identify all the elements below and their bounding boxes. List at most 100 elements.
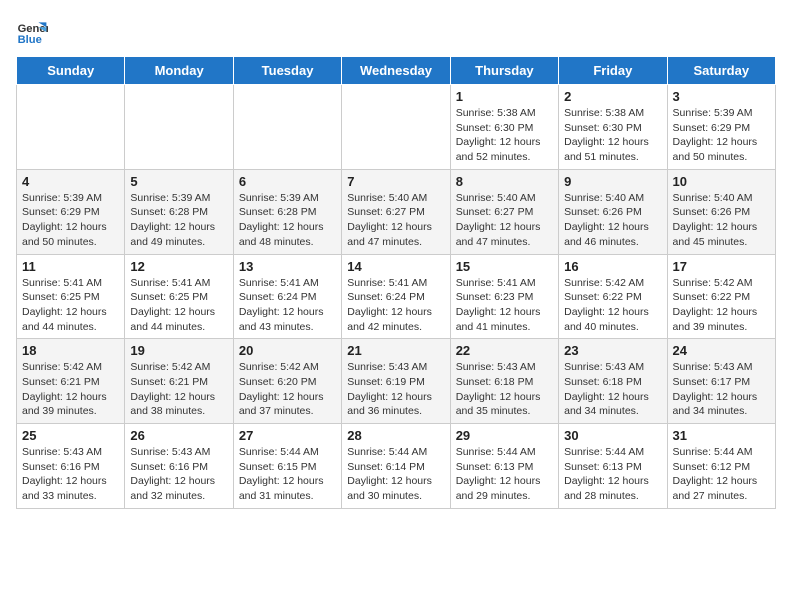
calendar-cell (17, 85, 125, 170)
day-info: Sunrise: 5:42 AM Sunset: 6:22 PM Dayligh… (673, 276, 770, 335)
day-of-week-sunday: Sunday (17, 57, 125, 85)
day-number: 14 (347, 259, 444, 274)
calendar-cell: 18 Sunrise: 5:42 AM Sunset: 6:21 PM Dayli… (17, 339, 125, 424)
calendar-cell: 12Sunrise: 5:41 AM Sunset: 6:25 PM Dayli… (125, 254, 233, 339)
day-of-week-monday: Monday (125, 57, 233, 85)
day-number: 27 (239, 428, 336, 443)
week-row-2: 4Sunrise: 5:39 AM Sunset: 6:29 PM Daylig… (17, 169, 776, 254)
day-number: 30 (564, 428, 661, 443)
day-info: Sunrise: 5:41 AM Sunset: 6:25 PM Dayligh… (130, 276, 227, 335)
day-number: 10 (673, 174, 770, 189)
calendar-cell: 25Sunrise: 5:43 AM Sunset: 6:16 PM Dayli… (17, 424, 125, 509)
day-number: 8 (456, 174, 553, 189)
days-of-week-row: SundayMondayTuesdayWednesdayThursdayFrid… (17, 57, 776, 85)
week-row-3: 11Sunrise: 5:41 AM Sunset: 6:25 PM Dayli… (17, 254, 776, 339)
day-info: Sunrise: 5:39 AM Sunset: 6:29 PM Dayligh… (673, 106, 770, 165)
day-info: Sunrise: 5:39 AM Sunset: 6:29 PM Dayligh… (22, 191, 119, 250)
day-info: Sunrise: 5:41 AM Sunset: 6:24 PM Dayligh… (239, 276, 336, 335)
calendar-cell: 13 Sunrise: 5:41 AM Sunset: 6:24 PM Dayli… (233, 254, 341, 339)
day-info: Sunrise: 5:44 AM Sunset: 6:13 PM Dayligh… (456, 445, 553, 504)
day-info: Sunrise: 5:43 AM Sunset: 6:19 PM Dayligh… (347, 360, 444, 419)
day-info: Sunrise: 5:39 AM Sunset: 6:28 PM Dayligh… (130, 191, 227, 250)
day-info: Sunrise: 5:38 AM Sunset: 6:30 PM Dayligh… (456, 106, 553, 165)
day-info: Sunrise: 5:38 AM Sunset: 6:30 PM Dayligh… (564, 106, 661, 165)
calendar-cell: 30Sunrise: 5:44 AM Sunset: 6:13 PM Dayli… (559, 424, 667, 509)
day-number: 3 (673, 89, 770, 104)
day-number: 13 (239, 259, 336, 274)
week-row-5: 25Sunrise: 5:43 AM Sunset: 6:16 PM Dayli… (17, 424, 776, 509)
calendar-cell: 15 Sunrise: 5:41 AM Sunset: 6:23 PM Dayli… (450, 254, 558, 339)
day-info: Sunrise: 5:44 AM Sunset: 6:12 PM Dayligh… (673, 445, 770, 504)
calendar-cell: 4Sunrise: 5:39 AM Sunset: 6:29 PM Daylig… (17, 169, 125, 254)
calendar-cell: 27 Sunrise: 5:44 AM Sunset: 6:15 PM Dayli… (233, 424, 341, 509)
day-number: 22 (456, 343, 553, 358)
calendar-cell: 3 Sunrise: 5:39 AM Sunset: 6:29 PM Daylig… (667, 85, 775, 170)
calendar-cell: 26 Sunrise: 5:43 AM Sunset: 6:16 PM Dayli… (125, 424, 233, 509)
calendar-cell: 8 Sunrise: 5:40 AM Sunset: 6:27 PM Daylig… (450, 169, 558, 254)
day-of-week-saturday: Saturday (667, 57, 775, 85)
day-number: 29 (456, 428, 553, 443)
calendar-cell: 29 Sunrise: 5:44 AM Sunset: 6:13 PM Dayli… (450, 424, 558, 509)
day-number: 18 (22, 343, 119, 358)
day-info: Sunrise: 5:42 AM Sunset: 6:21 PM Dayligh… (130, 360, 227, 419)
day-number: 31 (673, 428, 770, 443)
calendar-table: SundayMondayTuesdayWednesdayThursdayFrid… (16, 56, 776, 509)
day-number: 23 (564, 343, 661, 358)
day-info: Sunrise: 5:40 AM Sunset: 6:27 PM Dayligh… (456, 191, 553, 250)
calendar-cell: 11Sunrise: 5:41 AM Sunset: 6:25 PM Dayli… (17, 254, 125, 339)
calendar-cell: 21 Sunrise: 5:43 AM Sunset: 6:19 PM Dayli… (342, 339, 450, 424)
calendar-cell: 23Sunrise: 5:43 AM Sunset: 6:18 PM Dayli… (559, 339, 667, 424)
day-info: Sunrise: 5:41 AM Sunset: 6:23 PM Dayligh… (456, 276, 553, 335)
day-number: 26 (130, 428, 227, 443)
calendar-cell: 6Sunrise: 5:39 AM Sunset: 6:28 PM Daylig… (233, 169, 341, 254)
calendar-header: SundayMondayTuesdayWednesdayThursdayFrid… (17, 57, 776, 85)
day-info: Sunrise: 5:40 AM Sunset: 6:26 PM Dayligh… (673, 191, 770, 250)
calendar-cell: 1Sunrise: 5:38 AM Sunset: 6:30 PM Daylig… (450, 85, 558, 170)
day-info: Sunrise: 5:42 AM Sunset: 6:22 PM Dayligh… (564, 276, 661, 335)
calendar-cell: 17 Sunrise: 5:42 AM Sunset: 6:22 PM Dayli… (667, 254, 775, 339)
day-number: 24 (673, 343, 770, 358)
calendar-cell: 22 Sunrise: 5:43 AM Sunset: 6:18 PM Dayli… (450, 339, 558, 424)
calendar-cell: 31 Sunrise: 5:44 AM Sunset: 6:12 PM Dayli… (667, 424, 775, 509)
day-info: Sunrise: 5:43 AM Sunset: 6:17 PM Dayligh… (673, 360, 770, 419)
logo-icon: General Blue (16, 16, 48, 48)
day-of-week-thursday: Thursday (450, 57, 558, 85)
day-info: Sunrise: 5:39 AM Sunset: 6:28 PM Dayligh… (239, 191, 336, 250)
calendar-cell (233, 85, 341, 170)
svg-text:Blue: Blue (18, 34, 42, 46)
day-info: Sunrise: 5:42 AM Sunset: 6:21 PM Dayligh… (22, 360, 119, 419)
day-number: 2 (564, 89, 661, 104)
day-info: Sunrise: 5:43 AM Sunset: 6:16 PM Dayligh… (22, 445, 119, 504)
calendar-cell: 28 Sunrise: 5:44 AM Sunset: 6:14 PM Dayli… (342, 424, 450, 509)
calendar-cell: 24 Sunrise: 5:43 AM Sunset: 6:17 PM Dayli… (667, 339, 775, 424)
day-number: 9 (564, 174, 661, 189)
calendar-cell: 7Sunrise: 5:40 AM Sunset: 6:27 PM Daylig… (342, 169, 450, 254)
day-number: 15 (456, 259, 553, 274)
day-of-week-tuesday: Tuesday (233, 57, 341, 85)
day-of-week-friday: Friday (559, 57, 667, 85)
day-info: Sunrise: 5:42 AM Sunset: 6:20 PM Dayligh… (239, 360, 336, 419)
day-number: 28 (347, 428, 444, 443)
calendar-cell: 19 Sunrise: 5:42 AM Sunset: 6:21 PM Dayli… (125, 339, 233, 424)
calendar-body: 1Sunrise: 5:38 AM Sunset: 6:30 PM Daylig… (17, 85, 776, 509)
day-info: Sunrise: 5:43 AM Sunset: 6:16 PM Dayligh… (130, 445, 227, 504)
calendar-cell: 10 Sunrise: 5:40 AM Sunset: 6:26 PM Dayli… (667, 169, 775, 254)
week-row-1: 1Sunrise: 5:38 AM Sunset: 6:30 PM Daylig… (17, 85, 776, 170)
calendar-cell (342, 85, 450, 170)
day-info: Sunrise: 5:44 AM Sunset: 6:14 PM Dayligh… (347, 445, 444, 504)
day-info: Sunrise: 5:43 AM Sunset: 6:18 PM Dayligh… (456, 360, 553, 419)
day-number: 17 (673, 259, 770, 274)
day-number: 5 (130, 174, 227, 189)
calendar-cell: 9 Sunrise: 5:40 AM Sunset: 6:26 PM Daylig… (559, 169, 667, 254)
calendar-cell: 20Sunrise: 5:42 AM Sunset: 6:20 PM Dayli… (233, 339, 341, 424)
calendar-cell: 14Sunrise: 5:41 AM Sunset: 6:24 PM Dayli… (342, 254, 450, 339)
day-of-week-wednesday: Wednesday (342, 57, 450, 85)
calendar-cell: 16Sunrise: 5:42 AM Sunset: 6:22 PM Dayli… (559, 254, 667, 339)
day-number: 7 (347, 174, 444, 189)
day-info: Sunrise: 5:44 AM Sunset: 6:15 PM Dayligh… (239, 445, 336, 504)
day-number: 19 (130, 343, 227, 358)
logo: General Blue (16, 16, 48, 48)
day-number: 21 (347, 343, 444, 358)
week-row-4: 18 Sunrise: 5:42 AM Sunset: 6:21 PM Dayli… (17, 339, 776, 424)
day-info: Sunrise: 5:40 AM Sunset: 6:26 PM Dayligh… (564, 191, 661, 250)
